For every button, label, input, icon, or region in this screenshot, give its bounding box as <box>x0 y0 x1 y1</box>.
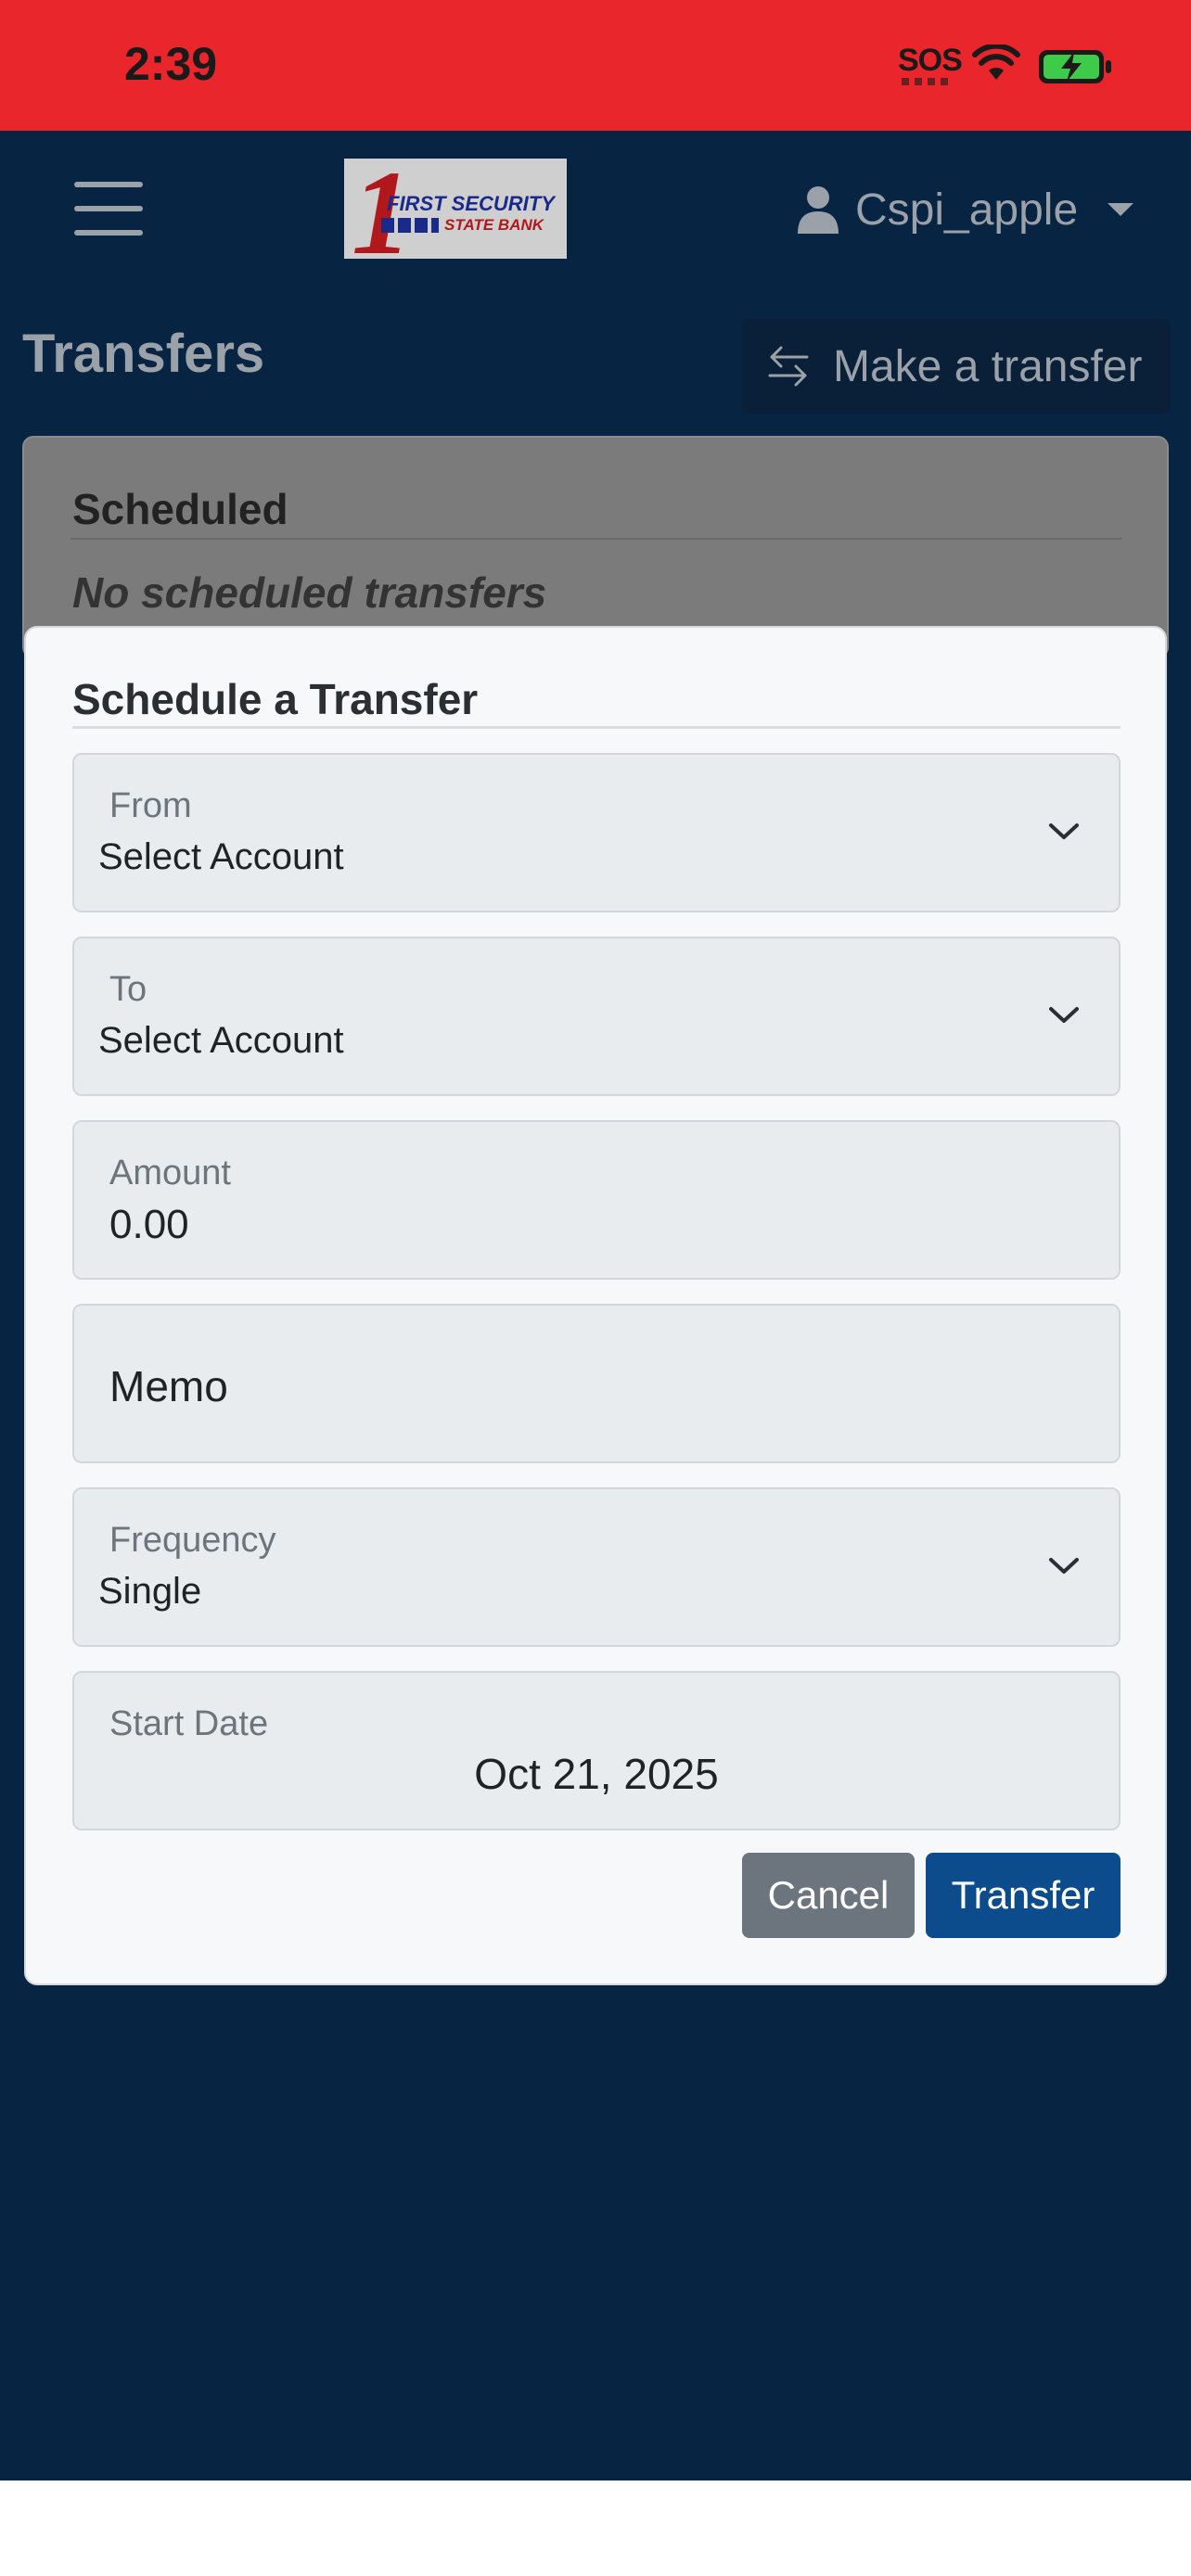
schedule-transfer-modal: Schedule a Transfer From Select Account … <box>24 626 1167 1985</box>
user-icon <box>798 186 839 234</box>
transfer-button[interactable]: Transfer <box>926 1853 1121 1938</box>
logo-line1: FIRST SECURITY <box>387 192 555 215</box>
status-bar: 2:39 SOS <box>0 0 1191 131</box>
cancel-button[interactable]: Cancel <box>742 1853 915 1938</box>
transfer-arrows-icon <box>768 346 809 387</box>
from-label: From <box>109 786 192 825</box>
chevron-down-icon <box>1049 1558 1079 1574</box>
amount-label: Amount <box>109 1154 231 1192</box>
make-transfer-label: Make a transfer <box>833 341 1143 391</box>
scheduled-card: Scheduled No scheduled transfers <box>22 436 1169 658</box>
frequency-value: Single <box>98 1571 202 1612</box>
modal-title: Schedule a Transfer <box>72 675 479 723</box>
battery-charging-icon <box>1039 50 1111 83</box>
logo-line2: STATE BANK <box>444 216 544 234</box>
bottom-area <box>0 2480 1191 2576</box>
wifi-icon <box>972 45 1020 80</box>
sos-indicator: SOS <box>898 43 963 78</box>
start-date-value: Oct 21, 2025 <box>474 1750 719 1798</box>
empty-state-text: No scheduled transfers <box>72 568 547 617</box>
start-date-input[interactable]: Start Date Oct 21, 2025 <box>72 1671 1121 1830</box>
to-label: To <box>109 970 147 1009</box>
divider <box>70 538 1122 540</box>
user-menu[interactable]: Cspi_apple <box>798 182 1134 237</box>
caret-down-icon <box>1108 203 1134 216</box>
chevron-down-icon <box>1049 1007 1079 1023</box>
status-time: 2:39 <box>124 38 218 90</box>
make-transfer-button[interactable]: Make a transfer <box>742 319 1171 414</box>
to-account-select[interactable]: To Select Account <box>72 937 1121 1096</box>
signal-dots <box>902 78 954 85</box>
from-value: Select Account <box>98 836 344 877</box>
divider <box>72 726 1121 729</box>
page-title: Transfers <box>22 324 265 384</box>
start-date-label: Start Date <box>109 1704 269 1743</box>
memo-placeholder: Memo <box>109 1362 228 1410</box>
to-value: Select Account <box>98 1020 344 1061</box>
bank-logo[interactable]: 1 FIRST SECURITY STATE BANK <box>344 159 567 259</box>
chevron-down-icon <box>1049 823 1079 839</box>
username: Cspi_apple <box>855 185 1079 235</box>
amount-value: 0.00 <box>109 1202 189 1247</box>
frequency-label: Frequency <box>109 1521 276 1560</box>
frequency-select[interactable]: Frequency Single <box>72 1487 1121 1647</box>
from-account-select[interactable]: From Select Account <box>72 753 1121 912</box>
menu-icon[interactable] <box>74 182 143 236</box>
logo-flag <box>381 218 439 233</box>
amount-input[interactable]: Amount 0.00 <box>72 1120 1121 1280</box>
scheduled-heading: Scheduled <box>72 485 288 533</box>
memo-input[interactable]: Memo <box>72 1304 1121 1463</box>
